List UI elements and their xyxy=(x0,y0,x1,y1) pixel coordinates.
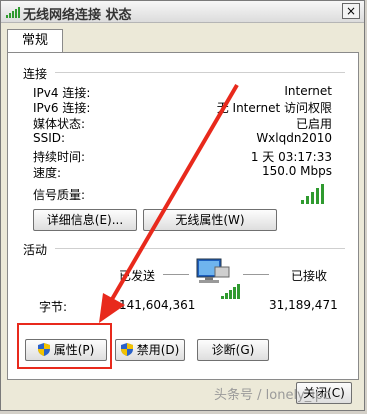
red-arrow-annotation xyxy=(99,83,239,323)
watermark: 头条号 / lonely_ipc xyxy=(214,388,331,403)
status-window: 无线网络连接 状态 × 常规 连接 IPv4 连接: Internet IPv6… xyxy=(0,0,365,411)
